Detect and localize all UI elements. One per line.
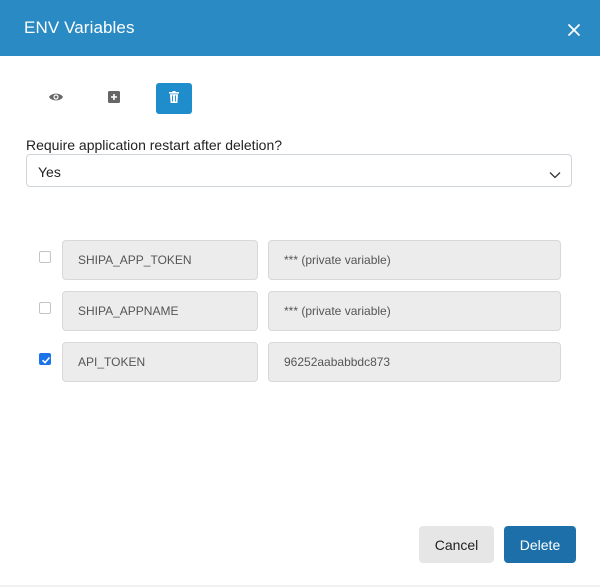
variable-key-field[interactable]: SHIPA_APPNAME [62, 291, 258, 331]
add-button[interactable] [96, 83, 132, 114]
close-icon[interactable] [566, 22, 582, 38]
variable-checkbox[interactable] [39, 251, 51, 263]
chevron-down-icon [549, 166, 561, 184]
variable-row: SHIPA_APP_TOKEN *** (private variable) [0, 240, 600, 280]
view-button[interactable] [38, 83, 74, 114]
variable-value-field[interactable]: *** (private variable) [268, 240, 561, 280]
variable-value-field[interactable]: *** (private variable) [268, 291, 561, 331]
plus-square-icon [108, 90, 120, 108]
variable-key-field[interactable]: SHIPA_APP_TOKEN [62, 240, 258, 280]
delete-button[interactable]: Delete [504, 526, 576, 563]
variable-row: API_TOKEN 96252aababbdc873 [0, 342, 600, 382]
trash-icon [169, 90, 179, 108]
dialog-header: ENV Variables [0, 0, 600, 56]
variable-checkbox[interactable] [39, 353, 51, 365]
check-icon [41, 356, 51, 364]
variable-row: SHIPA_APPNAME *** (private variable) [0, 291, 600, 331]
cancel-button[interactable]: Cancel [419, 526, 494, 563]
variable-key-field[interactable]: API_TOKEN [62, 342, 258, 382]
eye-icon [48, 90, 64, 108]
dialog-title: ENV Variables [24, 18, 135, 37]
variable-value-field[interactable]: 96252aababbdc873 [268, 342, 561, 382]
restart-question-label: Require application restart after deleti… [26, 137, 283, 153]
delete-mode-button[interactable] [156, 83, 192, 114]
variable-checkbox[interactable] [39, 302, 51, 314]
restart-select-value: Yes [38, 164, 61, 180]
restart-select[interactable]: Yes [26, 154, 572, 187]
